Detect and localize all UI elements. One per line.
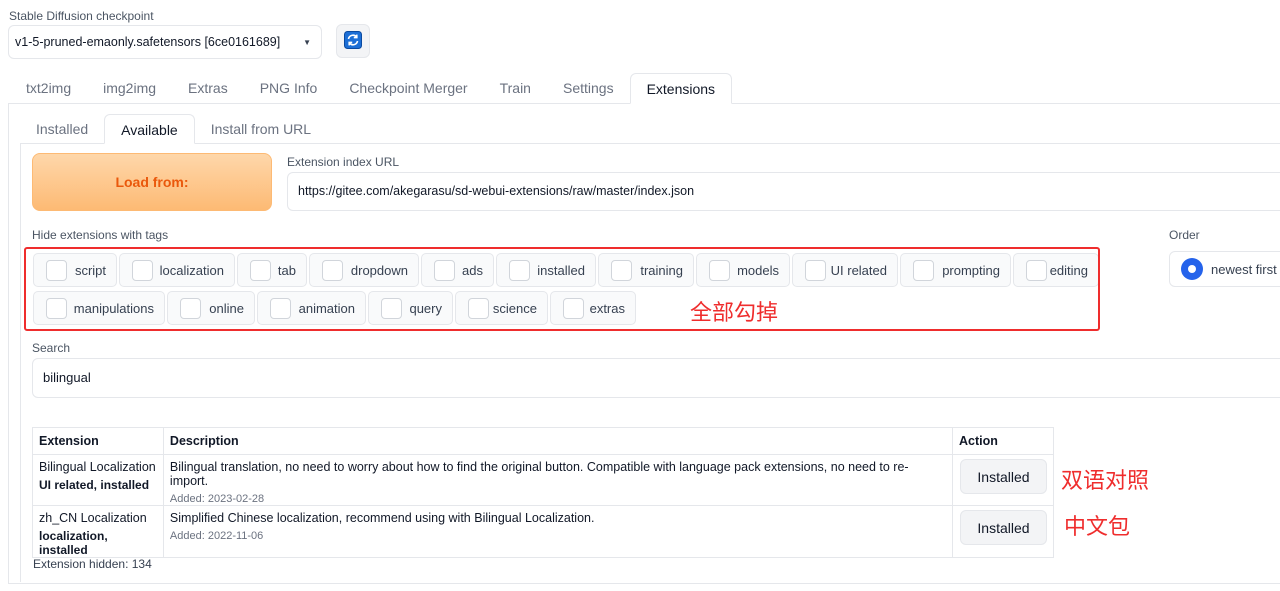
tab-settings[interactable]: Settings bbox=[547, 73, 630, 104]
chevron-down-icon: ▼ bbox=[303, 37, 311, 47]
tab-available[interactable]: Available bbox=[104, 114, 195, 144]
index-url-input[interactable]: https://gitee.com/akegarasu/sd-webui-ext… bbox=[287, 172, 1280, 211]
tab-img2img[interactable]: img2img bbox=[87, 73, 172, 104]
extension-description: Bilingual translation, no need to worry … bbox=[169, 460, 909, 488]
tab-extras[interactable]: Extras bbox=[172, 73, 244, 104]
tab-png-info[interactable]: PNG Info bbox=[244, 73, 334, 104]
extension-name[interactable]: zh_CN Localization bbox=[39, 511, 157, 525]
order-radio-label: newest first bbox=[1211, 261, 1277, 277]
extension-added-date: Added: 2022-11-06 bbox=[169, 530, 264, 542]
radio-selected-icon[interactable] bbox=[1181, 258, 1203, 280]
table-row: Bilingual Localization UI related, insta… bbox=[32, 454, 1055, 506]
checkpoint-label: Stable Diffusion checkpoint bbox=[9, 9, 154, 23]
extension-hidden-count: Extension hidden: 134 bbox=[33, 557, 152, 571]
top-tabs: txt2img img2img Extras PNG Info Checkpoi… bbox=[10, 73, 733, 104]
installed-button[interactable]: Installed bbox=[959, 459, 1047, 494]
tab-train[interactable]: Train bbox=[484, 73, 547, 104]
column-header-extension: Extension bbox=[32, 427, 164, 455]
tab-checkpoint-merger[interactable]: Checkpoint Merger bbox=[333, 73, 483, 104]
extension-description: Simplified Chinese localization, recomme… bbox=[169, 511, 595, 525]
tab-extensions[interactable]: Extensions bbox=[629, 73, 733, 104]
search-label: Search bbox=[32, 341, 71, 355]
extension-added-date: Added: 2023-02-28 bbox=[169, 493, 265, 505]
tab-txt2img[interactable]: txt2img bbox=[10, 73, 87, 104]
extension-tags: localization, installed bbox=[39, 529, 108, 557]
refresh-icon bbox=[344, 30, 362, 52]
index-url-label: Extension index URL bbox=[287, 155, 400, 169]
tab-install-from-url[interactable]: Install from URL bbox=[195, 114, 327, 144]
hide-tags-label: Hide extensions with tags bbox=[32, 228, 169, 242]
column-header-action: Action bbox=[951, 427, 1055, 455]
order-radio-newest-first[interactable]: newest first bbox=[1169, 251, 1280, 287]
checkpoint-value: v1-5-pruned-emaonly.safetensors [6ce0161… bbox=[15, 35, 281, 49]
annotation-bilingual: 双语对照 bbox=[1061, 468, 1150, 493]
tab-installed[interactable]: Installed bbox=[20, 114, 104, 144]
table-header-row: Extension Description Action bbox=[32, 427, 1055, 455]
refresh-checkpoint-button[interactable] bbox=[336, 24, 370, 58]
extension-name[interactable]: Bilingual Localization bbox=[39, 460, 157, 474]
installed-button[interactable]: Installed bbox=[959, 510, 1047, 545]
annotation-uncheck-all: 全部勾掉 bbox=[690, 300, 779, 325]
extensions-table: Extension Description Action Bilingual L… bbox=[32, 427, 1055, 558]
search-input[interactable]: bilingual bbox=[32, 358, 1280, 398]
checkpoint-select[interactable]: v1-5-pruned-emaonly.safetensors [6ce0161… bbox=[8, 25, 322, 59]
sub-tabs: Installed Available Install from URL bbox=[20, 114, 327, 144]
extension-tags: UI related, installed bbox=[39, 478, 150, 492]
annotation-highlight-box bbox=[24, 247, 1100, 331]
load-from-button[interactable]: Load from: bbox=[32, 153, 272, 211]
annotation-chinese-pack: 中文包 bbox=[1064, 514, 1131, 539]
table-row: zh_CN Localization localization, install… bbox=[32, 505, 1055, 558]
order-label: Order bbox=[1169, 228, 1200, 242]
column-header-description: Description bbox=[162, 427, 953, 455]
